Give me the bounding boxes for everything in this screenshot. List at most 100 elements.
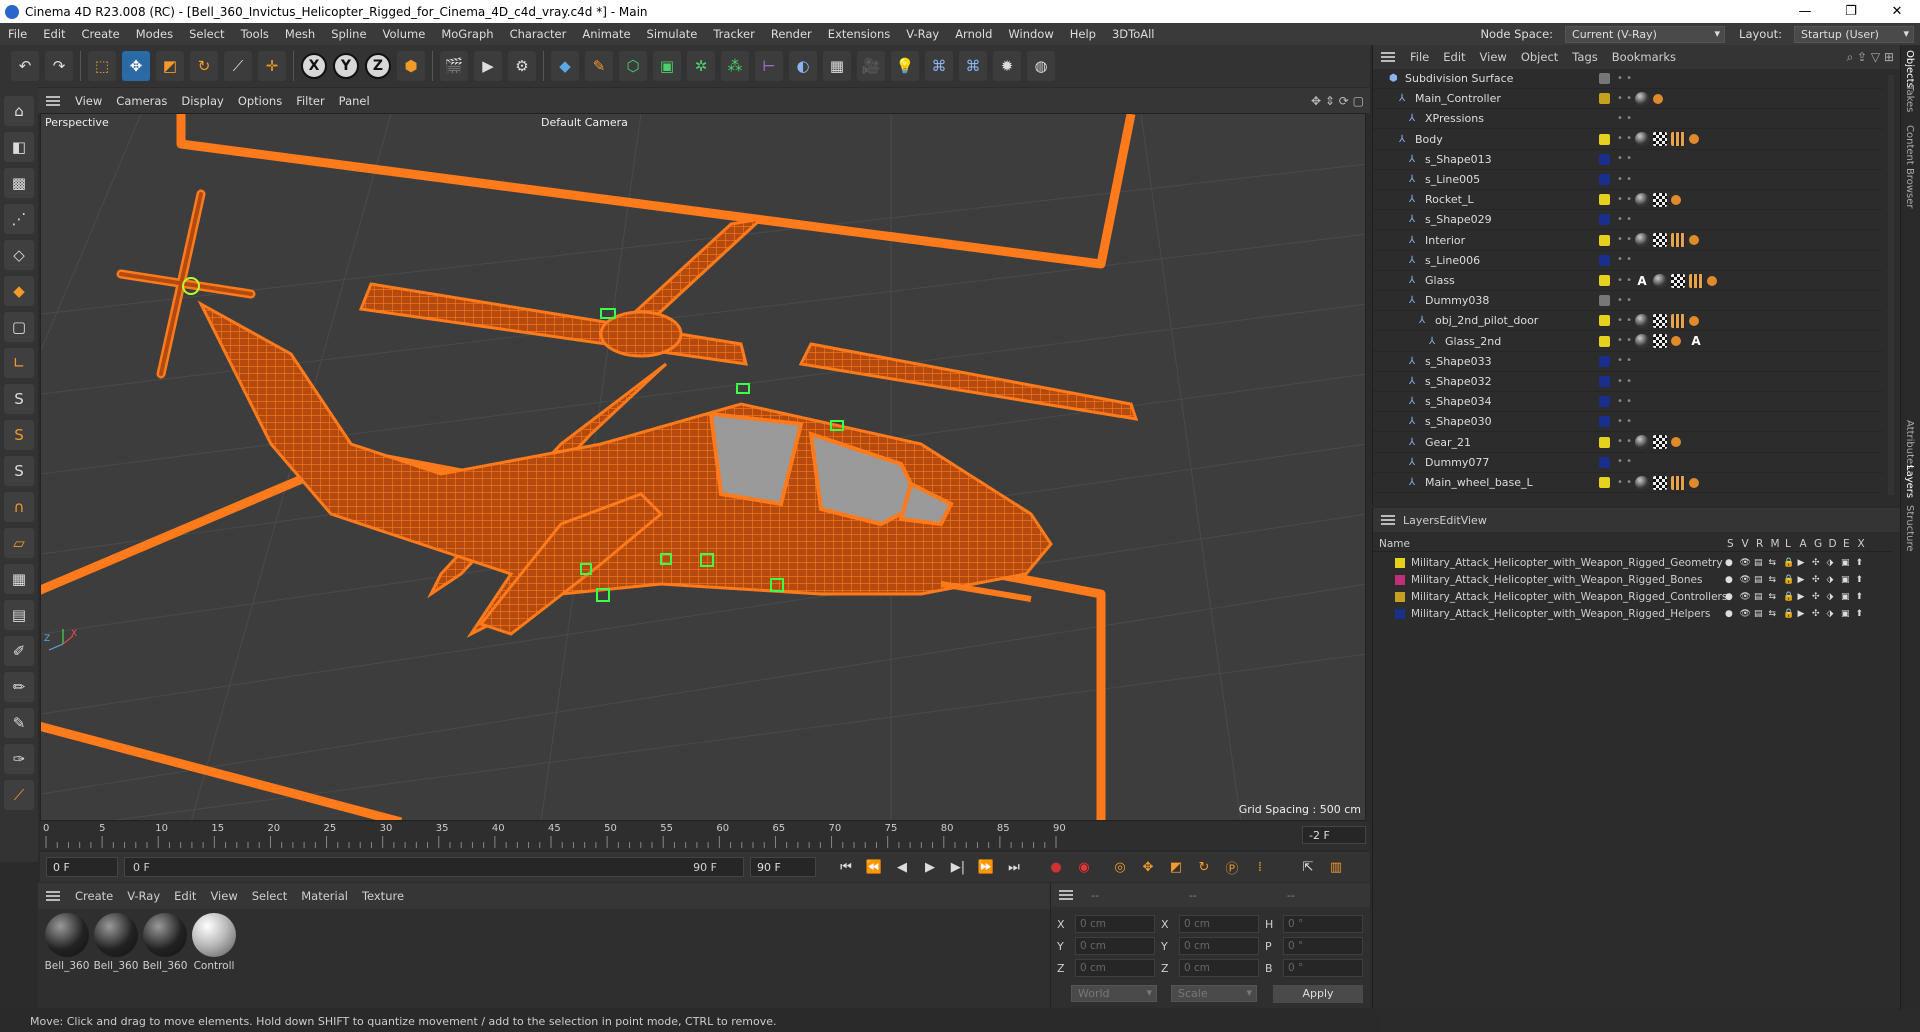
layer-xref-toggle-icon[interactable]: ⬆ <box>1856 592 1864 602</box>
object-menu-view[interactable]: View <box>1473 50 1514 64</box>
points-mode-icon[interactable]: ⋰ <box>4 204 34 234</box>
visibility-dots-icon[interactable]: • • <box>1617 113 1632 123</box>
render-settings-icon[interactable]: ⚙ <box>508 51 536 81</box>
phong-tag-icon[interactable] <box>1689 235 1699 246</box>
menu-render[interactable]: Render <box>763 27 820 41</box>
material-tag-icon[interactable] <box>1635 192 1649 207</box>
object-row[interactable]: ⅄ XPressions • • <box>1373 109 1883 130</box>
workplane-icon[interactable]: ▱ <box>4 528 34 558</box>
z-axis-lock-icon[interactable]: Z <box>365 53 391 79</box>
menu-v-ray[interactable]: V-Ray <box>898 27 947 41</box>
layer-row[interactable]: Military_Attack_Helicopter_with_Weapon_R… <box>1373 571 1893 588</box>
layer-visible-toggle-icon[interactable]: 👁 <box>1740 575 1751 585</box>
key-rotation-icon[interactable]: ↻ <box>1192 855 1216 879</box>
cloner-icon[interactable]: ✲ <box>687 51 715 81</box>
sculpt-icon[interactable]: ✐ <box>4 636 34 666</box>
visibility-dots-icon[interactable]: • • <box>1617 295 1632 305</box>
record-keys-icon[interactable]: ● <box>1044 855 1068 879</box>
object-row[interactable]: ⅄ Main_Controller • • <box>1373 89 1883 110</box>
menu-select[interactable]: Select <box>181 27 232 41</box>
uvw-tag-icon[interactable] <box>1653 475 1667 490</box>
layer-color-swatch[interactable] <box>1599 93 1610 105</box>
field-icon[interactable]: ◐ <box>789 51 817 81</box>
layer-menu-layers[interactable]: Layers <box>1403 514 1439 527</box>
object-row[interactable]: ⅄ s_Shape013 • • <box>1373 150 1883 170</box>
viewport-nav-icons[interactable]: ✥ ⇕ ⟳ ▢ <box>1311 94 1364 108</box>
globe-icon[interactable]: ◍ <box>1027 51 1055 81</box>
visibility-dots-icon[interactable]: • • <box>1617 416 1632 426</box>
uvw-tag-icon[interactable] <box>1653 192 1667 207</box>
rotate-tool-icon[interactable]: ↻ <box>190 51 218 81</box>
layer-color-swatch[interactable] <box>1599 133 1610 145</box>
object-row[interactable]: ⅄ s_Shape034 • • <box>1373 392 1883 413</box>
material-menu-icon[interactable] <box>46 891 60 901</box>
side-tab-attributes[interactable]: Attributes <box>1904 420 1915 469</box>
layer-menu-icon[interactable] <box>1381 515 1395 525</box>
object-scrollbar[interactable] <box>1888 75 1894 495</box>
coord-x-field[interactable]: 0 cm <box>1075 915 1155 933</box>
layer-color-swatch[interactable] <box>1599 355 1610 367</box>
layer-deformers-toggle-icon[interactable]: ⬗ <box>1827 592 1834 602</box>
object-row[interactable]: ⅄ Rocket_L • • <box>1373 190 1883 211</box>
material-item[interactable]: Bell_360 <box>93 913 139 972</box>
side-tab-objects[interactable]: Objects <box>1904 50 1915 88</box>
viewport-menu-view[interactable]: View <box>68 94 109 108</box>
layer-color-swatch[interactable] <box>1599 295 1610 307</box>
menu-mograph[interactable]: MoGraph <box>433 27 501 41</box>
end-frame-field[interactable]: 90 F <box>750 857 816 877</box>
menu-edit[interactable]: Edit <box>35 27 73 41</box>
make-editable-icon[interactable]: ⌂ <box>4 96 34 126</box>
layer-color-swatch[interactable] <box>1599 315 1610 327</box>
visibility-dots-icon[interactable]: • • <box>1617 336 1632 346</box>
uvw-tag-icon[interactable] <box>1671 273 1685 288</box>
object-name[interactable]: Glass_2nd <box>1445 335 1501 348</box>
pen-spline-icon[interactable]: ✎ <box>585 51 613 81</box>
timeline-window-icon[interactable]: ▥ <box>1324 855 1348 879</box>
coord-z-field[interactable]: 0 cm <box>1075 959 1155 977</box>
layer-color-swatch[interactable] <box>1395 574 1405 585</box>
material-menu-create[interactable]: Create <box>68 889 120 903</box>
layer-color-swatch[interactable] <box>1395 557 1405 568</box>
layer-row[interactable]: Military_Attack_Helicopter_with_Weapon_R… <box>1373 605 1893 622</box>
menu-simulate[interactable]: Simulate <box>639 27 706 41</box>
polygons-mode-icon[interactable]: ◆ <box>4 276 34 306</box>
uvw-tag-icon[interactable] <box>1653 132 1667 147</box>
object-name[interactable]: s_Line005 <box>1425 173 1480 186</box>
layer-expressions-toggle-icon[interactable]: ▣ <box>1841 575 1850 585</box>
object-row[interactable]: ⅄ Dummy038 • • <box>1373 291 1883 312</box>
mograph-icon[interactable]: ⁂ <box>721 51 749 81</box>
viewport-menu-options[interactable]: Options <box>231 94 289 108</box>
object-row[interactable]: ⅄ Glass • • A <box>1373 271 1883 291</box>
object-name[interactable]: Glass <box>1425 274 1455 287</box>
layer-animation-toggle-icon[interactable]: ▶ <box>1798 609 1805 619</box>
locked-workplane-icon[interactable]: ▤ <box>4 600 34 630</box>
side-tab-structure[interactable]: Structure <box>1904 505 1915 552</box>
layer-expressions-toggle-icon[interactable]: ▣ <box>1841 558 1850 568</box>
key-pla-icon[interactable]: ⁞ <box>1248 855 1272 879</box>
layer-render-toggle-icon[interactable]: ▤ <box>1754 558 1763 568</box>
layer-solo-toggle-icon[interactable]: ● <box>1725 609 1733 619</box>
layer-row[interactable]: Military_Attack_Helicopter_with_Weapon_R… <box>1373 554 1893 571</box>
undo-icon[interactable]: ↶ <box>11 51 39 81</box>
object-name[interactable]: XPressions <box>1425 112 1484 125</box>
object-name[interactable]: Dummy038 <box>1425 294 1489 307</box>
object-name[interactable]: Rocket_L <box>1425 193 1474 206</box>
x-axis-lock-icon[interactable]: X <box>301 53 327 79</box>
object-name[interactable]: Main_wheel_base_L <box>1425 476 1533 489</box>
coord-x-field[interactable]: 0 cm <box>1179 915 1259 933</box>
grid-icon[interactable]: ▦ <box>4 564 34 594</box>
menu-spline[interactable]: Spline <box>323 27 374 41</box>
visibility-dots-icon[interactable]: • • <box>1617 457 1632 467</box>
render-view-icon[interactable]: ▶ <box>474 51 502 81</box>
menu-help[interactable]: Help <box>1062 27 1104 41</box>
object-name[interactable]: Gear_21 <box>1425 436 1471 449</box>
viewport-menu-display[interactable]: Display <box>174 94 230 108</box>
material-tag-icon[interactable] <box>1635 334 1649 349</box>
go-to-start-icon[interactable]: ⏮ <box>834 855 858 879</box>
motion-system-icon[interactable]: ⇱ <box>1296 855 1320 879</box>
object-name[interactable]: s_Shape029 <box>1425 213 1492 226</box>
layer-xref-toggle-icon[interactable]: ⬆ <box>1856 609 1864 619</box>
size-mode-dropdown[interactable]: Scale <box>1171 985 1257 1002</box>
layer-name[interactable]: Military_Attack_Helicopter_with_Weapon_R… <box>1411 591 1727 603</box>
frame-range-slider[interactable]: 0 F 90 F <box>124 857 744 877</box>
